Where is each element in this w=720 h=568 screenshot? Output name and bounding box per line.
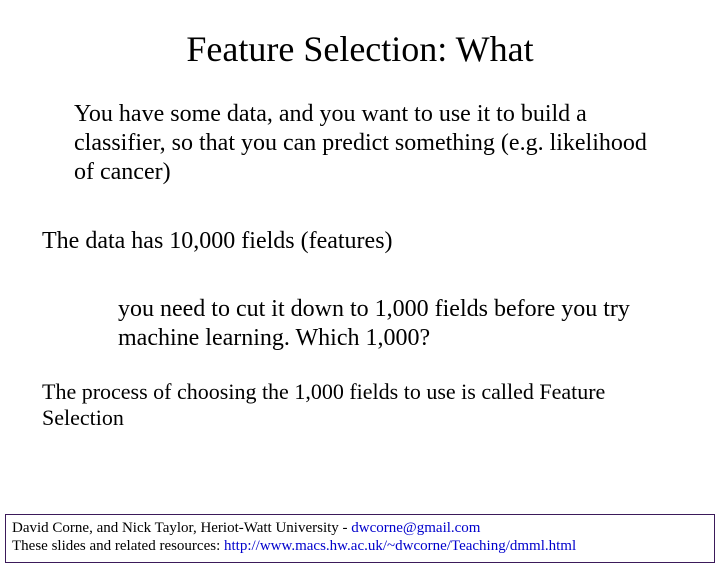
slide-container: Feature Selection: What You have some da…: [0, 28, 720, 568]
footer-line-1: David Corne, and Nick Taylor, Heriot-Wat…: [12, 519, 708, 538]
footer-url-link[interactable]: http://www.macs.hw.ac.uk/~dwcorne/Teachi…: [224, 538, 576, 554]
slide-title: Feature Selection: What: [0, 28, 720, 70]
paragraph-fields-count: The data has 10,000 fields (features): [42, 228, 720, 255]
paragraph-cut-down: you need to cut it down to 1,000 fields …: [118, 295, 660, 353]
paragraph-intro: You have some data, and you want to use …: [74, 100, 660, 186]
footer-box: David Corne, and Nick Taylor, Heriot-Wat…: [5, 514, 715, 564]
footer-resources-label: These slides and related resources:: [12, 538, 224, 554]
footer-line-2: These slides and related resources: http…: [12, 537, 708, 556]
footer-authors: David Corne, and Nick Taylor, Heriot-Wat…: [12, 520, 351, 536]
paragraph-definition: The process of choosing the 1,000 fields…: [42, 379, 660, 432]
footer-email-link[interactable]: dwcorne@gmail.com: [351, 520, 480, 536]
